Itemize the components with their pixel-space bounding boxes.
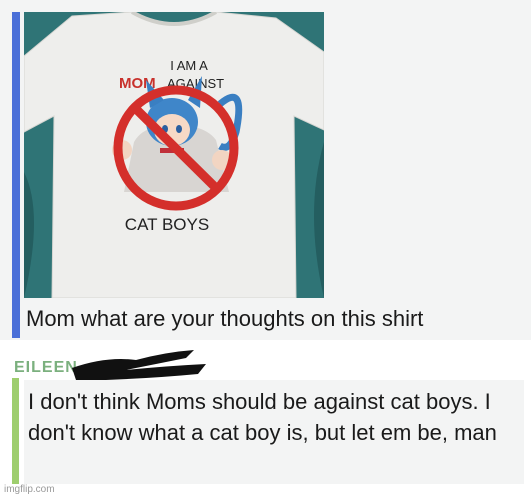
- quote-bar-green: [12, 378, 19, 484]
- quote-bar-blue: [12, 12, 20, 338]
- watermark: imgflip.com: [4, 484, 55, 495]
- post-caption: Mom what are your thoughts on this shirt: [26, 306, 424, 331]
- reply-text: I don't think Moms should be against cat…: [28, 389, 497, 445]
- shirt-text-line1: I AM A: [170, 58, 208, 73]
- shirt-photo[interactable]: I AM A MOM AGAINST CAT BOYS: [24, 12, 324, 298]
- shirt-text-cat-boys: CAT BOYS: [125, 215, 209, 234]
- shirt-illustration: I AM A MOM AGAINST CAT BOYS: [24, 12, 324, 298]
